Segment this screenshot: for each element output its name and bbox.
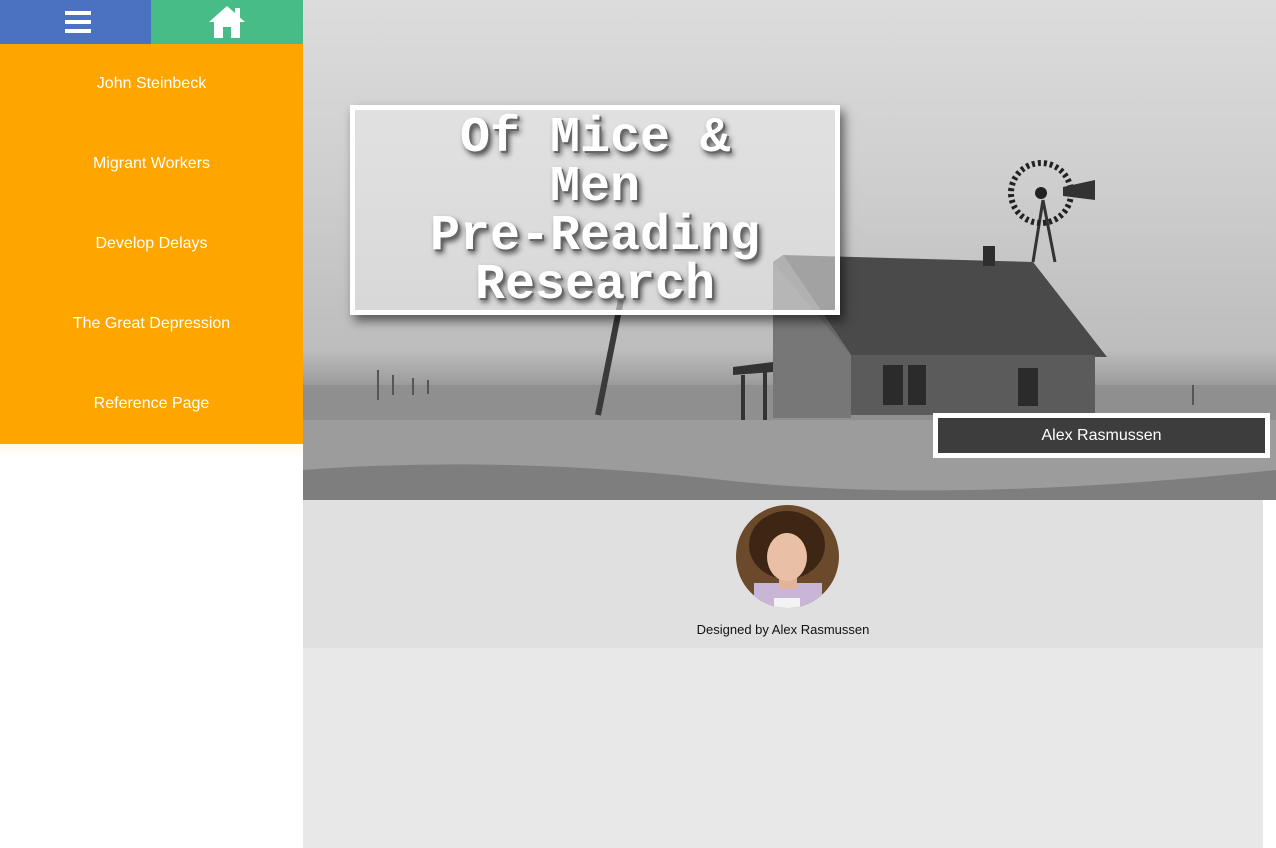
nav-item-great-depression[interactable]: The Great Depression [0, 284, 303, 364]
avatar [736, 505, 839, 608]
hamburger-menu-icon [65, 11, 91, 33]
designer-credit: Designed by Alex Rasmussen [696, 622, 870, 637]
menu-button[interactable] [0, 0, 151, 44]
title-line: Of Mice & [459, 110, 731, 167]
hero-banner: Of Mice & Men Pre-Reading Research Alex … [303, 0, 1276, 500]
content-area [303, 648, 1263, 848]
title-line: Research [474, 257, 716, 314]
nav-item-john-steinbeck[interactable]: John Steinbeck [0, 44, 303, 124]
nav-item-migrant-workers[interactable]: Migrant Workers [0, 124, 303, 204]
nav-item-develop-delays[interactable]: Develop Delays [0, 204, 303, 284]
title-line: Men [549, 159, 640, 216]
author-badge: Alex Rasmussen [933, 413, 1270, 458]
title-line: Pre-Reading [429, 208, 761, 265]
nav-item-reference-page[interactable]: Reference Page [0, 364, 303, 444]
home-icon [209, 6, 245, 38]
nav-shadow [0, 444, 303, 458]
page-title: Of Mice & Men Pre-Reading Research [355, 110, 835, 314]
top-toolbar [0, 0, 303, 44]
title-card: Of Mice & Men Pre-Reading Research [350, 105, 840, 315]
side-nav: John Steinbeck Migrant Workers Develop D… [0, 44, 303, 444]
footer: Designed by Alex Rasmussen [303, 500, 1263, 648]
home-button[interactable] [151, 0, 303, 44]
